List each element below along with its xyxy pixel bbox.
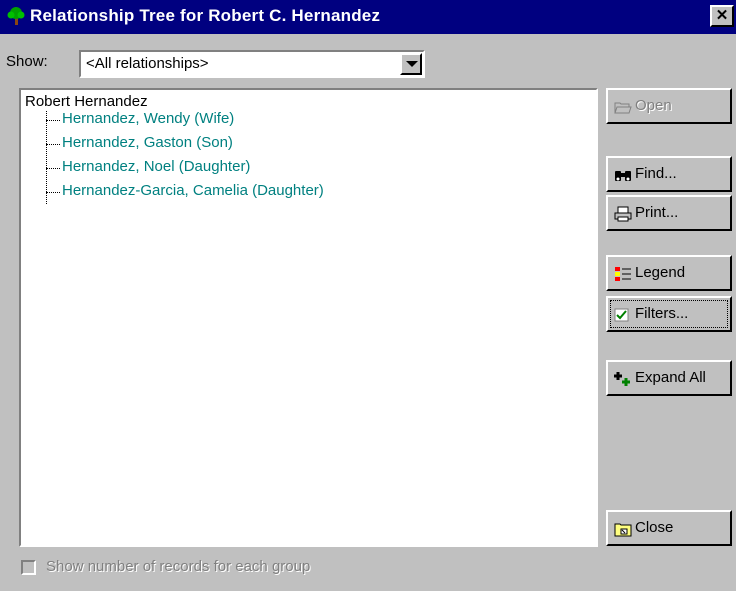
print-button-label: Print... xyxy=(635,204,679,221)
show-counts-label: Show number of records for each group xyxy=(46,558,311,575)
show-dropdown-value: <All relationships> xyxy=(86,55,209,72)
tree-icon xyxy=(7,7,25,25)
window-title: Relationship Tree for Robert C. Hernande… xyxy=(30,6,381,25)
relationship-tree[interactable]: Robert Hernandez Hernandez, Wendy (Wife)… xyxy=(19,88,598,547)
find-button[interactable]: Find... xyxy=(606,156,732,192)
close-folder-icon xyxy=(614,523,632,537)
legend-icon xyxy=(615,267,631,281)
show-label: Show: xyxy=(6,53,48,70)
tree-connector xyxy=(46,111,47,204)
tree-root-node[interactable]: Robert Hernandez xyxy=(25,93,148,110)
chevron-down-icon[interactable] xyxy=(400,53,422,75)
open-button-label: Open xyxy=(635,97,672,114)
expand-tree-icon xyxy=(614,372,630,386)
close-window-button[interactable]: ✕ xyxy=(710,5,734,27)
filters-button-label: Filters... xyxy=(635,305,689,322)
print-button[interactable]: Print... xyxy=(606,195,732,231)
tree-connector xyxy=(46,144,60,145)
tree-node-label: Hernandez-Garcia, Camelia (Daughter) xyxy=(62,182,324,199)
tree-node-label: Hernandez, Wendy (Wife) xyxy=(62,110,235,127)
printer-icon xyxy=(614,206,632,222)
folder-open-icon xyxy=(614,102,632,114)
open-button[interactable]: Open xyxy=(606,88,732,124)
title-bar[interactable]: Relationship Tree for Robert C. Hernande… xyxy=(0,0,736,34)
filters-button[interactable]: Filters... xyxy=(606,296,732,332)
legend-button[interactable]: Legend xyxy=(606,255,732,291)
binoculars-icon xyxy=(615,171,631,181)
relationship-tree-window: Relationship Tree for Robert C. Hernande… xyxy=(0,0,736,591)
expand-all-button-label: Expand All xyxy=(635,369,706,386)
tree-node-label: Hernandez, Gaston (Son) xyxy=(62,134,233,151)
close-button[interactable]: Close xyxy=(606,510,732,546)
tree-connector xyxy=(46,192,60,193)
checkmark-icon xyxy=(614,308,629,322)
show-counts-checkbox[interactable] xyxy=(21,560,36,575)
tree-connector xyxy=(46,120,60,121)
show-dropdown[interactable]: <All relationships> xyxy=(79,50,425,78)
tree-node-label: Hernandez, Noel (Daughter) xyxy=(62,158,251,175)
expand-all-button[interactable]: Expand All xyxy=(606,360,732,396)
find-button-label: Find... xyxy=(635,165,677,182)
legend-button-label: Legend xyxy=(635,264,686,281)
close-button-label: Close xyxy=(635,519,674,536)
tree-connector xyxy=(46,168,60,169)
